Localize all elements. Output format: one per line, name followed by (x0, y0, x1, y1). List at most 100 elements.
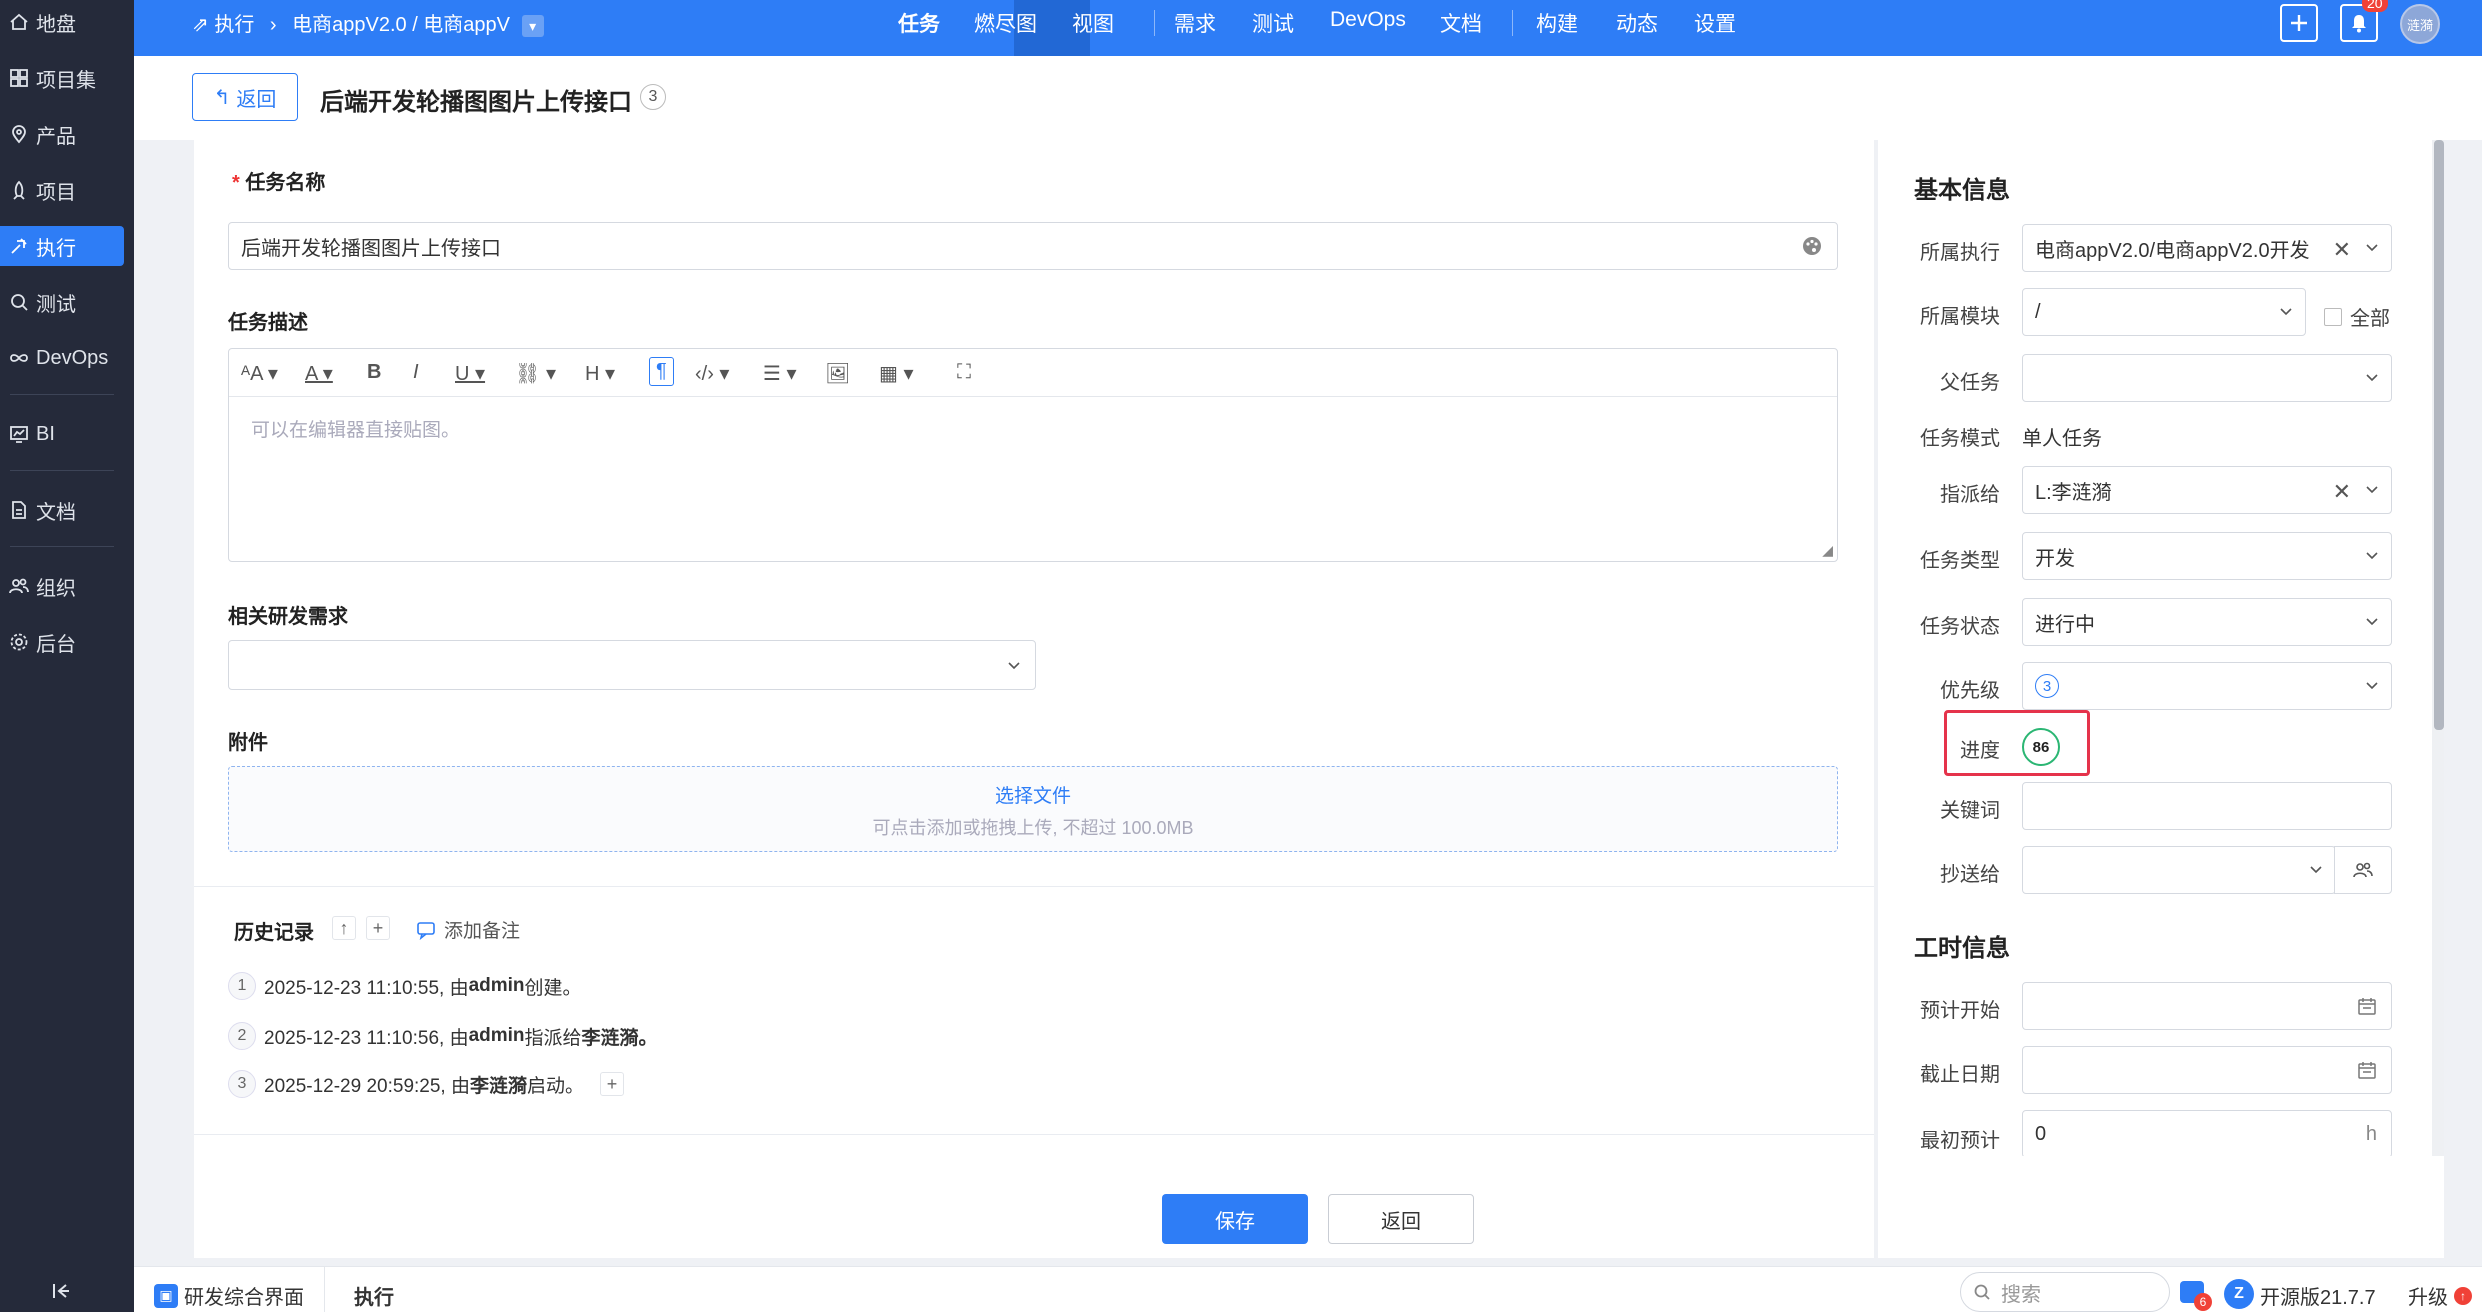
estimate-label: 最初预计 (1920, 1130, 2000, 1152)
cc-select[interactable] (2022, 846, 2336, 894)
notification-badge: 20 (2362, 0, 2388, 12)
current-module[interactable]: 执行 (354, 1281, 394, 1310)
tab-build[interactable]: 构建 (1536, 8, 1578, 38)
gear-icon (8, 631, 30, 653)
sidebar-item-devops[interactable]: DevOps (0, 338, 124, 378)
choose-file-link[interactable]: 选择文件 (229, 781, 1837, 808)
chevron-down-icon[interactable]: ▾ (521, 14, 544, 37)
task-name-input[interactable]: 后端开发轮播图图片上传接口 (228, 222, 1838, 270)
save-button[interactable]: 保存 (1162, 1194, 1308, 1244)
sidebar-item-org[interactable]: 组织 (0, 566, 124, 606)
keyword-input[interactable] (2022, 782, 2392, 830)
scrollbar[interactable] (2434, 140, 2444, 730)
task-mode-label: 任务模式 (1920, 428, 2000, 450)
editor-placeholder: 可以在编辑器直接贴图。 (251, 420, 461, 441)
image-icon[interactable]: 🖼 (825, 361, 850, 386)
clear-icon[interactable]: ✕ (2333, 479, 2351, 505)
all-modules-checkbox[interactable]: 全部 (2324, 302, 2390, 331)
assignee-select[interactable]: L:李涟漪 ✕ (2022, 466, 2392, 514)
priority-select[interactable]: 3 (2022, 662, 2392, 710)
font-size-icon[interactable]: ᴬA ▾ (241, 361, 278, 386)
calendar-icon[interactable] (2357, 1060, 2377, 1080)
app-switcher[interactable]: ▣ 研发综合界面 (154, 1281, 304, 1310)
back-button[interactable]: 返回 (1328, 1194, 1474, 1244)
module-select[interactable]: / (2022, 288, 2306, 336)
global-search-input[interactable]: 搜索 (1960, 1272, 2170, 1312)
est-start-label: 预计开始 (1920, 1000, 2000, 1022)
add-button[interactable] (2280, 4, 2318, 42)
basic-info-title: 基本信息 (1914, 177, 2010, 204)
sidebar-item-dashboard[interactable]: 地盘 (0, 2, 124, 42)
expand-entry-button[interactable]: + (600, 1072, 625, 1096)
estimate-unit: h (2365, 1123, 2377, 1145)
sidebar-item-doc[interactable]: 文档 (0, 490, 124, 530)
sidebar-item-product[interactable]: 产品 (0, 114, 124, 154)
history-title: 历史记录 (234, 922, 314, 944)
add-note-button[interactable]: 添加备注 (416, 916, 520, 943)
story-select[interactable] (228, 640, 1036, 690)
tab-view[interactable]: 视图 (1072, 8, 1114, 38)
link-icon[interactable]: ⛓ ▾ (515, 361, 556, 386)
tab-dynamic[interactable]: 动态 (1616, 8, 1658, 38)
sidebar-item-program[interactable]: 项目集 (0, 58, 124, 98)
people-icon (2353, 862, 2373, 878)
expand-history-button[interactable]: + (366, 916, 390, 940)
version-info[interactable]: Z 开源版21.7.7 (2224, 1278, 2376, 1310)
task-status-select[interactable]: 进行中 (2022, 598, 2392, 646)
font-color-icon[interactable]: A ▾ (305, 361, 333, 386)
tab-burndown[interactable]: 燃尽图 (974, 8, 1037, 38)
sidebar-item-admin[interactable]: 后台 (0, 622, 124, 662)
sort-history-button[interactable]: ↑ (332, 916, 356, 940)
sidebar-item-label: 后台 (36, 633, 76, 656)
est-start-input[interactable] (2022, 982, 2392, 1030)
tab-settings[interactable]: 设置 (1694, 8, 1736, 38)
breadcrumb-root[interactable]: 执行 (214, 14, 254, 36)
fullscreen-icon[interactable]: ⛶ (957, 361, 971, 384)
avatar[interactable]: 涟漪 (2400, 4, 2440, 44)
list-icon[interactable]: ☰ ▾ (763, 361, 797, 386)
sidebar-item-execution[interactable]: 执行 (0, 226, 124, 266)
tab-test[interactable]: 测试 (1252, 8, 1294, 38)
bold-icon[interactable]: B (367, 361, 381, 384)
chevron-down-icon (2366, 486, 2378, 494)
upload-dropzone[interactable]: 选择文件 可点击添加或拖拽上传, 不超过 100.0MB (228, 766, 1838, 852)
tab-story[interactable]: 需求 (1174, 8, 1216, 38)
rich-text-editor[interactable]: ᴬA ▾ A ▾ B I U ▾ ⛓ ▾ H ▾ ¶ ‹/› ▾ ☰ ▾ 🖼 ▦… (228, 348, 1838, 562)
calendar-icon[interactable] (2357, 996, 2377, 1016)
upgrade-arrow-icon: ↑ (2454, 1286, 2472, 1305)
sidebar-item-bi[interactable]: BI (0, 414, 124, 454)
priority-badge: 3 (2035, 674, 2059, 698)
top-bar: ⇗ 执行 › 电商appV2.0 / 电商appV ▾ 任务 燃尽图 视图 需求… (134, 0, 2482, 56)
paragraph-icon[interactable]: ¶ (649, 357, 674, 386)
tab-task[interactable]: 任务 (898, 8, 940, 38)
breadcrumb-path[interactable]: 电商appV2.0 / 电商appV (292, 14, 510, 36)
deadline-input[interactable] (2022, 1046, 2392, 1094)
sidebar-item-label: 组织 (36, 577, 76, 600)
sidebar-item-test[interactable]: 测试 (0, 282, 124, 322)
estimate-input[interactable]: 0 h (2022, 1110, 2392, 1158)
parent-task-select[interactable] (2022, 354, 2392, 402)
italic-icon[interactable]: I (413, 361, 419, 384)
task-type-select[interactable]: 开发 (2022, 532, 2392, 580)
tab-doc[interactable]: 文档 (1440, 8, 1482, 38)
execution-select[interactable]: 电商appV2.0/电商appV2.0开发 ✕ (2022, 224, 2392, 272)
upgrade-button[interactable]: 升级 ↑ (2408, 1281, 2472, 1310)
sidebar-item-label: 测试 (36, 293, 76, 316)
message-button[interactable]: 6 (2180, 1281, 2212, 1311)
table-icon[interactable]: ▦ ▾ (879, 361, 914, 386)
clear-icon[interactable]: ✕ (2328, 237, 2351, 263)
contacts-button[interactable] (2334, 846, 2392, 894)
heading-icon[interactable]: H ▾ (585, 361, 615, 386)
resize-handle-icon[interactable]: ◢ (1822, 542, 1833, 559)
message-badge: 6 (2194, 1293, 2212, 1311)
search-icon (1974, 1284, 1990, 1300)
palette-icon[interactable] (1801, 235, 1823, 263)
underline-icon[interactable]: U ▾ (455, 361, 485, 386)
tab-devops[interactable]: DevOps (1330, 8, 1406, 32)
sidebar-item-label: 项目集 (36, 69, 96, 92)
code-icon[interactable]: ‹/› ▾ (695, 361, 729, 386)
back-button[interactable]: ↰ 返回 (192, 73, 298, 121)
breadcrumb[interactable]: ⇗ 执行 › 电商appV2.0 / 电商appV ▾ (192, 8, 544, 37)
collapse-sidebar-icon[interactable] (50, 1280, 72, 1308)
sidebar-item-project[interactable]: 项目 (0, 170, 124, 210)
